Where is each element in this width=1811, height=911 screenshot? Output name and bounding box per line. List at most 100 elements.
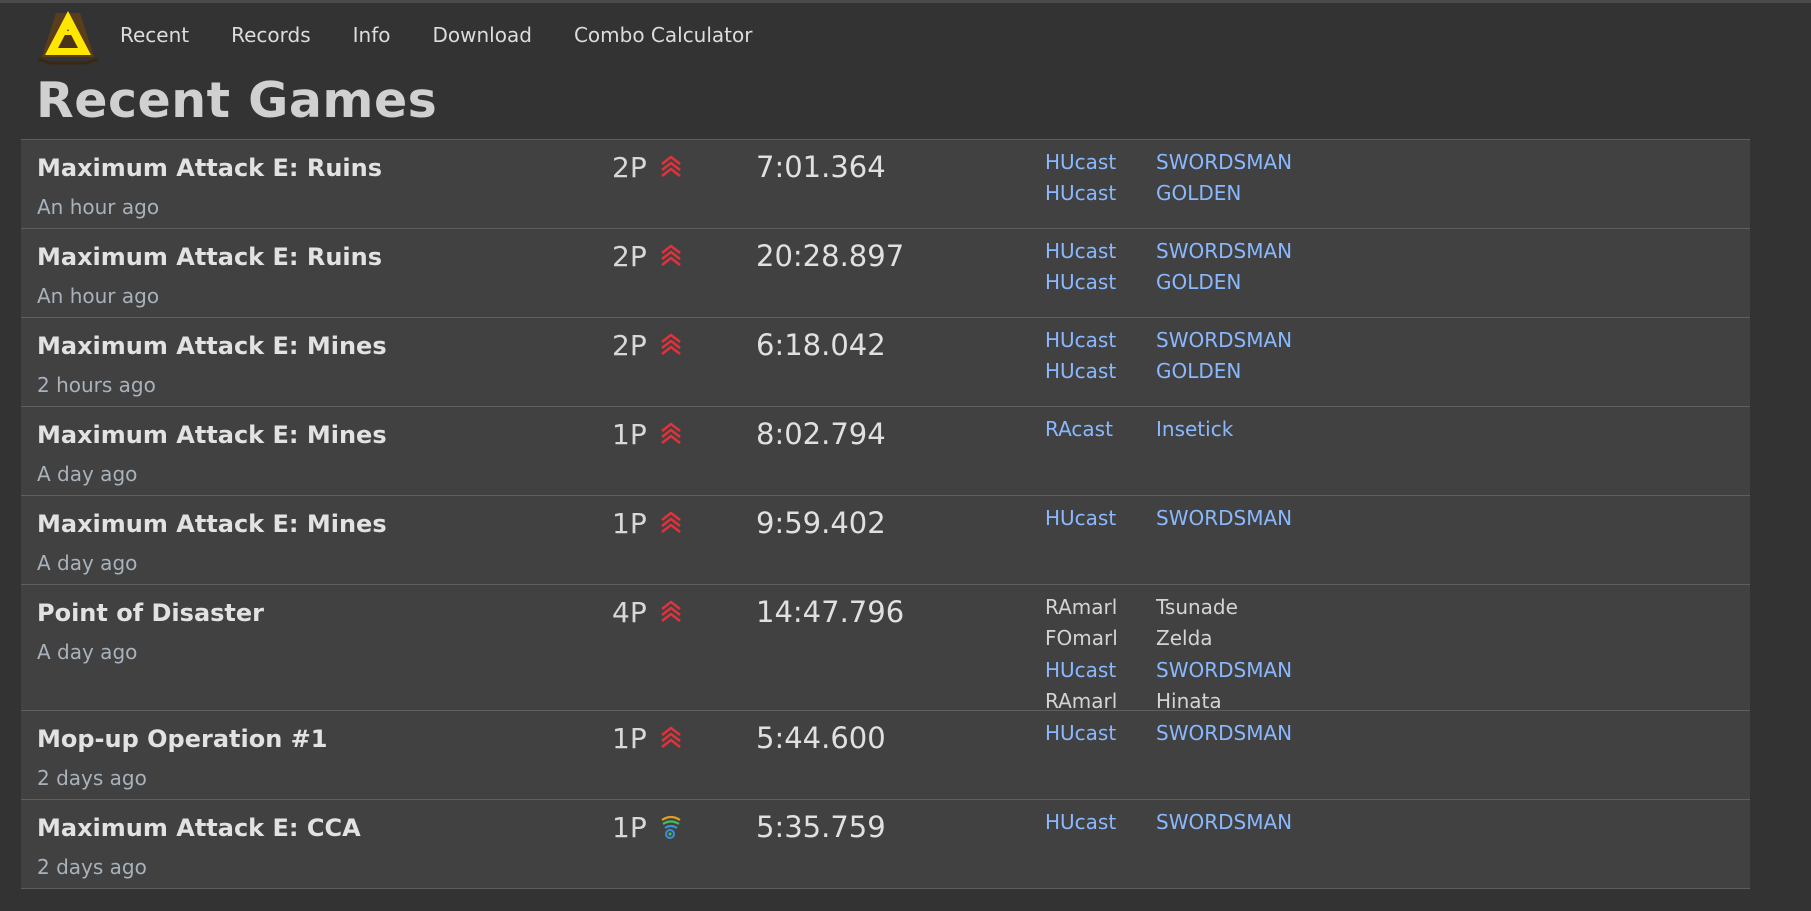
party-member: HUcast GOLDEN	[1045, 356, 1292, 388]
quest-name[interactable]: Point of Disaster	[37, 599, 264, 627]
player-count: 2P	[612, 240, 647, 273]
top-nav: Recent Records Info Download Combo Calcu…	[36, 5, 794, 65]
party-list: HUcast SWORDSMAN HUcast GOLDEN	[1045, 146, 1292, 209]
time-ago: A day ago	[37, 462, 138, 486]
quest-name[interactable]: Maximum Attack E: Mines	[37, 421, 387, 449]
clear-time[interactable]: 9:59.402	[756, 506, 886, 540]
member-name: Zelda	[1156, 626, 1213, 651]
nav-records[interactable]: Records	[231, 23, 311, 47]
party-member: HUcast GOLDEN	[1045, 178, 1292, 210]
member-class[interactable]: HUcast	[1045, 359, 1156, 383]
player-count: 2P	[612, 329, 647, 362]
ultimate-chevron-icon	[661, 600, 681, 623]
ultimate-chevron-icon	[661, 726, 681, 749]
game-row[interactable]: Mop-up Operation #1 2 days ago 1P 5:44.600 H…	[21, 711, 1750, 800]
party-member: HUcast SWORDSMAN	[1045, 717, 1292, 749]
member-class: RAmarl	[1045, 594, 1118, 619]
member-name: Tsunade	[1156, 594, 1238, 619]
member-class[interactable]: HUcast	[1045, 810, 1156, 834]
clear-time[interactable]: 7:01.364	[756, 150, 886, 184]
party-list: HUcast SWORDSMAN	[1045, 502, 1292, 534]
party-member: HUcast SWORDSMAN	[1045, 235, 1292, 267]
member-class[interactable]: HUcast	[1045, 239, 1156, 263]
game-row[interactable]: Maximum Attack E: Mines A day ago 1P 9:59.4…	[21, 496, 1750, 585]
quest-name[interactable]: Maximum Attack E: Ruins	[37, 154, 382, 182]
quest-name[interactable]: Maximum Attack E: CCA	[37, 814, 361, 842]
nav-combo-calculator[interactable]: Combo Calculator	[574, 23, 753, 47]
member-class[interactable]: HUcast	[1045, 270, 1156, 294]
triangle-logo-icon[interactable]	[36, 5, 100, 65]
clear-time[interactable]: 6:18.042	[756, 328, 886, 362]
nav-info[interactable]: Info	[353, 23, 391, 47]
party-member: HUcast GOLDEN	[1045, 267, 1292, 299]
recent-games-table: Maximum Attack E: Ruins An hour ago 2P 7:01…	[21, 139, 1750, 889]
party-member: RAcast Insetick	[1045, 413, 1233, 445]
member-name[interactable]: GOLDEN	[1156, 359, 1241, 383]
member-name[interactable]: GOLDEN	[1156, 181, 1241, 205]
ultimate-chevron-icon	[661, 333, 681, 356]
party-member: RAmarl Tsunade	[1045, 591, 1292, 623]
time-ago: 2 hours ago	[37, 373, 156, 397]
player-count: 1P	[612, 811, 647, 844]
rainbow-section-icon	[661, 815, 681, 839]
member-class[interactable]: HUcast	[1045, 506, 1156, 530]
party-list: RAmarl Tsunade FOmarl Zelda HUcast SWORDSMAN R…	[1045, 591, 1292, 717]
player-count: 1P	[612, 418, 647, 451]
game-row[interactable]: Maximum Attack E: Mines A day ago 1P 8:02.7…	[21, 407, 1750, 496]
clear-time[interactable]: 5:35.759	[756, 810, 886, 844]
party-list: HUcast SWORDSMAN	[1045, 806, 1292, 838]
player-count: 1P	[612, 722, 647, 755]
time-ago: An hour ago	[37, 195, 160, 219]
quest-name[interactable]: Mop-up Operation #1	[37, 725, 327, 753]
top-border	[0, 0, 1811, 3]
party-list: HUcast SWORDSMAN	[1045, 717, 1292, 749]
member-class: FOmarl	[1045, 626, 1118, 651]
member-name[interactable]: Insetick	[1156, 417, 1233, 441]
player-count: 2P	[612, 151, 647, 184]
party-member: HUcast SWORDSMAN	[1045, 806, 1292, 838]
game-row[interactable]: Maximum Attack E: Mines 2 hours ago 2P 6:18…	[21, 318, 1750, 407]
member-name[interactable]: GOLDEN	[1156, 270, 1241, 294]
member-class[interactable]: HUcast	[1045, 150, 1156, 174]
time-ago: An hour ago	[37, 284, 160, 308]
game-row[interactable]: Point of Disaster A day ago 4P 14:47.796 RAm…	[21, 585, 1750, 713]
clear-time[interactable]: 8:02.794	[756, 417, 886, 451]
member-name[interactable]: SWORDSMAN	[1156, 506, 1292, 530]
clear-time[interactable]: 20:28.897	[756, 239, 904, 273]
party-member: HUcast SWORDSMAN	[1045, 146, 1292, 178]
member-name[interactable]: SWORDSMAN	[1156, 239, 1292, 263]
member-name[interactable]: SWORDSMAN	[1156, 721, 1292, 745]
party-list: HUcast SWORDSMAN HUcast GOLDEN	[1045, 235, 1292, 298]
member-class[interactable]: HUcast	[1045, 721, 1156, 745]
ultimate-chevron-icon	[661, 155, 681, 178]
party-list: HUcast SWORDSMAN HUcast GOLDEN	[1045, 324, 1292, 387]
quest-name[interactable]: Maximum Attack E: Mines	[37, 332, 387, 360]
member-name[interactable]: SWORDSMAN	[1156, 328, 1292, 352]
quest-name[interactable]: Maximum Attack E: Mines	[37, 510, 387, 538]
nav-recent[interactable]: Recent	[120, 23, 189, 47]
party-list: RAcast Insetick	[1045, 413, 1233, 445]
member-class[interactable]: HUcast	[1045, 181, 1156, 205]
nav-download[interactable]: Download	[433, 23, 532, 47]
time-ago: A day ago	[37, 640, 138, 664]
member-name[interactable]: SWORDSMAN	[1156, 810, 1292, 834]
page-title: Recent Games	[36, 72, 438, 129]
member-name[interactable]: SWORDSMAN	[1156, 658, 1292, 682]
member-class[interactable]: HUcast	[1045, 658, 1156, 682]
member-class[interactable]: HUcast	[1045, 328, 1156, 352]
player-count: 4P	[612, 596, 647, 629]
clear-time[interactable]: 5:44.600	[756, 721, 886, 755]
game-row[interactable]: Maximum Attack E: Ruins An hour ago 2P 20:2…	[21, 229, 1750, 318]
game-row[interactable]: Maximum Attack E: Ruins An hour ago 2P 7:01…	[21, 140, 1750, 229]
quest-name[interactable]: Maximum Attack E: Ruins	[37, 243, 382, 271]
member-name: Hinata	[1156, 689, 1222, 714]
party-member: FOmarl Zelda	[1045, 623, 1292, 655]
member-name[interactable]: SWORDSMAN	[1156, 150, 1292, 174]
game-row[interactable]: Maximum Attack E: CCA 2 days ago 1P 5:35.75…	[21, 800, 1750, 889]
ultimate-chevron-icon	[661, 511, 681, 534]
member-class: RAmarl	[1045, 689, 1118, 714]
party-member: HUcast SWORDSMAN	[1045, 324, 1292, 356]
time-ago: 2 days ago	[37, 766, 147, 790]
member-class[interactable]: RAcast	[1045, 417, 1156, 441]
clear-time[interactable]: 14:47.796	[756, 595, 904, 629]
